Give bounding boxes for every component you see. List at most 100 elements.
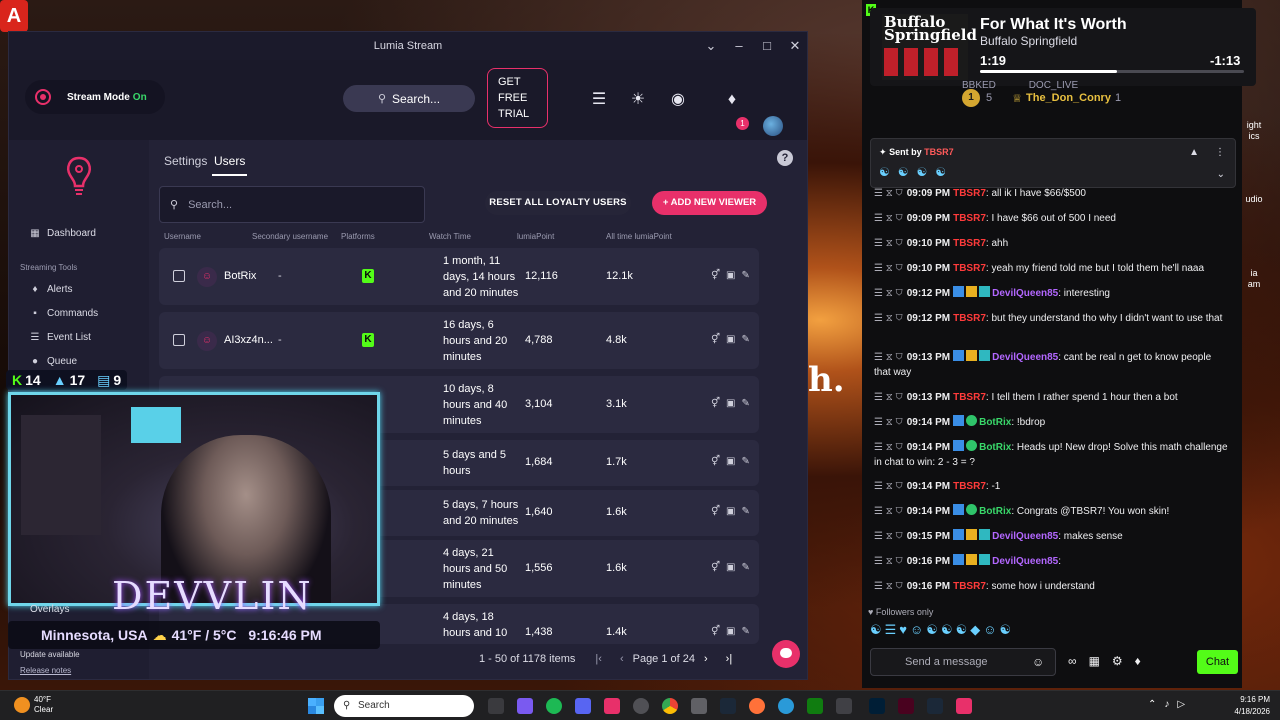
user-merge-icon[interactable]: ⚥ xyxy=(711,626,726,637)
dropdown-chevron-icon[interactable]: ⌄ xyxy=(701,37,721,55)
desktop-icon-label[interactable]: ics xyxy=(1240,131,1268,141)
store-icon[interactable]: ▦ xyxy=(1089,654,1112,668)
trash-icon[interactable]: ▣ xyxy=(726,398,741,409)
chat-message[interactable]: ☰ ⧖ ⛉ 09:13 PM DevilQueen85: cant be real … xyxy=(874,350,1230,380)
edit-icon[interactable]: ✎ xyxy=(741,270,755,281)
column-header[interactable]: Secondary username xyxy=(252,232,328,241)
edit-icon[interactable]: ✎ xyxy=(741,506,755,517)
taskbar-search[interactable]: ⚲ Search xyxy=(334,695,474,717)
chat-username[interactable]: TBSR7 xyxy=(953,481,986,492)
user-merge-icon[interactable]: ⚥ xyxy=(711,506,726,517)
maximize-icon[interactable]: □ xyxy=(757,37,777,55)
reset-loyalty-button[interactable]: RESET ALL LOYALTY USERS xyxy=(485,191,631,215)
users-search-input[interactable]: ⚲ Search... xyxy=(159,186,425,223)
taskbar-weather[interactable]: 40°F Clear xyxy=(14,695,53,715)
table-row[interactable]: ☺ AI3xz4n... - K 16 days, 6 hours and 20… xyxy=(159,312,759,369)
trash-icon[interactable]: ▣ xyxy=(726,626,741,637)
chat-message[interactable]: ☰ ⧖ ⛉ 09:09 PM TBSR7: all ik I have $66/$5… xyxy=(874,186,1230,201)
row-actions[interactable]: ⚥▣✎ xyxy=(711,626,756,637)
indesign-icon[interactable] xyxy=(898,698,914,714)
sidebar-item-queue[interactable]: ● Queue xyxy=(29,356,77,367)
taskbar-clock[interactable]: 9:16 PM 4/18/2026 xyxy=(1220,694,1270,718)
mod-actions-icon[interactable]: ☰ ⧖ ⛉ xyxy=(874,581,903,592)
photoshop-icon[interactable] xyxy=(869,698,885,714)
edit-icon[interactable]: ✎ xyxy=(741,626,755,637)
column-header[interactable]: lumiaPoint xyxy=(517,232,554,241)
chat-message[interactable]: ☰ ⧖ ⛉ 09:09 PM TBSR7: I have $66 out of 50… xyxy=(874,211,1230,226)
edit-icon[interactable]: ✎ xyxy=(741,562,755,573)
desktop-icon-label[interactable]: am xyxy=(1240,279,1268,289)
row-actions[interactable]: ⚥▣✎ xyxy=(711,334,756,345)
help-icon[interactable]: ? xyxy=(777,150,793,166)
trash-icon[interactable]: ▣ xyxy=(726,270,741,281)
chevron-down-icon[interactable]: ⌄ xyxy=(1217,169,1225,180)
first-page-icon[interactable]: |‹ xyxy=(595,653,602,665)
chat-username[interactable]: TBSR7 xyxy=(953,392,986,403)
stream-mode-toggle[interactable]: Stream Mode On xyxy=(25,80,165,114)
mod-actions-icon[interactable]: ☰ ⧖ ⛉ xyxy=(874,313,903,324)
pin-icon[interactable]: ▲ xyxy=(1189,147,1199,158)
user-merge-icon[interactable]: ⚥ xyxy=(711,562,726,573)
column-header[interactable]: All time lumiaPoint xyxy=(606,232,672,241)
trash-icon[interactable]: ▣ xyxy=(726,562,741,573)
chat-message[interactable]: ☰ ⧖ ⛉ 09:16 PM TBSR7: some how i understan… xyxy=(874,579,1230,594)
row-checkbox[interactable] xyxy=(173,334,185,346)
task-view-icon[interactable] xyxy=(488,698,504,714)
minimize-icon[interactable]: – xyxy=(729,37,749,55)
row-actions[interactable]: ⚥▣✎ xyxy=(711,562,756,573)
chat-username[interactable]: BotRix xyxy=(979,506,1011,517)
edge-icon[interactable] xyxy=(778,698,794,714)
desktop-icon-label[interactable]: udio xyxy=(1240,194,1268,204)
mod-actions-icon[interactable]: ☰ ⧖ ⛉ xyxy=(874,352,903,363)
update-available-label[interactable]: Update available xyxy=(20,650,80,659)
mod-actions-icon[interactable]: ☰ ⧖ ⛉ xyxy=(874,481,903,492)
next-page-icon[interactable]: › xyxy=(704,653,708,665)
app-icon[interactable] xyxy=(836,698,852,714)
xbox-icon[interactable] xyxy=(807,698,823,714)
column-header[interactable]: Platforms xyxy=(341,232,375,241)
tab-users[interactable]: Users xyxy=(211,154,248,176)
trash-icon[interactable]: ▣ xyxy=(726,334,741,345)
row-checkbox[interactable] xyxy=(173,270,185,282)
mod-actions-icon[interactable]: ☰ ⧖ ⛉ xyxy=(874,213,903,224)
sidebar-item-event-list[interactable]: ☰ Event List xyxy=(29,332,91,343)
sidebar-item-dashboard[interactable]: ▦ Dashboard xyxy=(29,228,96,239)
mod-actions-icon[interactable]: ☰ ⧖ ⛉ xyxy=(874,531,903,542)
chat-message[interactable]: ☰ ⧖ ⛉ 09:10 PM TBSR7: yeah my friend told … xyxy=(874,261,1230,276)
chat-username[interactable]: DevilQueen85 xyxy=(992,352,1058,363)
row-actions[interactable]: ⚥▣✎ xyxy=(711,456,756,467)
mod-actions-icon[interactable]: ☰ ⧖ ⛉ xyxy=(874,288,903,299)
chat-message-input[interactable]: Send a message xyxy=(870,648,1056,676)
chat-message[interactable]: ☰ ⧖ ⛉ 09:15 PM DevilQueen85: makes sense xyxy=(874,529,1230,544)
chat-username[interactable]: TBSR7 xyxy=(953,213,986,224)
chat-message[interactable]: ☰ ⧖ ⛉ 09:14 PM BotRix: !bdrop xyxy=(874,415,1230,430)
mod-actions-icon[interactable]: ☰ ⧖ ⛉ xyxy=(874,263,903,274)
chat-message[interactable]: ☰ ⧖ ⛉ 09:14 PM BotRix: Heads up! New drop!… xyxy=(874,440,1230,470)
edit-icon[interactable]: ✎ xyxy=(741,456,755,467)
row-actions[interactable]: ⚥▣✎ xyxy=(711,398,756,409)
user-merge-icon[interactable]: ⚥ xyxy=(711,270,726,281)
trash-icon[interactable]: ▣ xyxy=(726,506,741,517)
column-header[interactable]: Watch Time xyxy=(429,232,471,241)
sidebar-item-alerts[interactable]: ♦ Alerts xyxy=(29,284,72,295)
system-tray[interactable]: ⌃♪▷ xyxy=(1148,699,1193,710)
desktop-icon-label[interactable]: ia xyxy=(1240,268,1268,278)
pinned-message[interactable]: ✦ Sent by TBSR7 ☯☯☯☯ ▲ ⋮ ⌄ xyxy=(870,138,1236,188)
lumia-stream-icon[interactable] xyxy=(956,698,972,714)
pdf-desktop-icon[interactable]: A xyxy=(0,0,28,32)
chat-message[interactable]: ☰ ⧖ ⛉ 09:14 PM TBSR7: -1 xyxy=(874,479,1230,494)
lightbulb-icon[interactable]: ☀ xyxy=(628,90,648,110)
close-icon[interactable]: ✕ xyxy=(785,37,805,55)
bell-icon[interactable]: ♦ xyxy=(722,90,742,110)
chat-username[interactable]: TBSR7 xyxy=(953,581,986,592)
steam-icon[interactable] xyxy=(927,698,943,714)
desktop-icon-label[interactable]: ight xyxy=(1240,120,1268,130)
row-actions[interactable]: ⚥▣✎ xyxy=(711,270,756,281)
chat-message[interactable]: ☰ ⧖ ⛉ 09:16 PM DevilQueen85: xyxy=(874,554,1230,569)
avatar[interactable] xyxy=(763,116,783,136)
app-icon[interactable] xyxy=(604,698,620,714)
mod-actions-icon[interactable]: ☰ ⧖ ⛉ xyxy=(874,392,903,403)
chat-username[interactable]: TBSR7 xyxy=(953,188,986,199)
edit-icon[interactable]: ✎ xyxy=(741,398,755,409)
emoji-icon[interactable]: ☺ xyxy=(1032,655,1044,669)
